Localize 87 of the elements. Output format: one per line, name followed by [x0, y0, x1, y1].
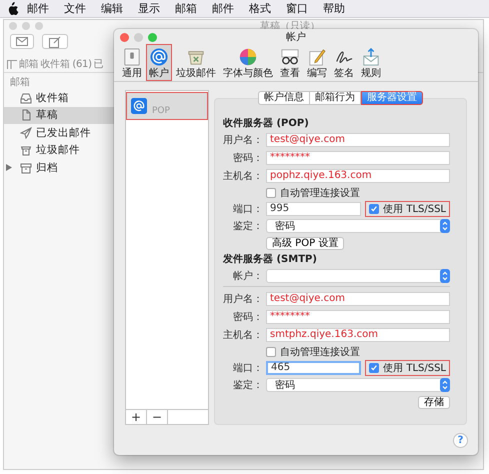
- text-field[interactable]: smtphz.qiye.163.com: [266, 328, 450, 342]
- switch-icon: [123, 48, 141, 66]
- menu-item[interactable]: 邮件: [204, 2, 241, 16]
- password-field[interactable]: ********: [266, 310, 450, 324]
- menu-item[interactable]: 帮助: [315, 2, 352, 16]
- archive-box-icon: [20, 162, 32, 174]
- toolbar-button[interactable]: 通用: [119, 44, 145, 81]
- field-label: 主机名：: [223, 328, 263, 342]
- envelope-arrows-icon: [362, 48, 380, 66]
- pencil-paper-icon: [308, 48, 326, 66]
- checkbox[interactable]: [266, 346, 276, 356]
- sidebar-heading: 邮箱: [9, 76, 31, 89]
- checkbox[interactable]: [266, 188, 276, 198]
- toolbar-button[interactable]: 查看: [277, 44, 303, 81]
- zoom-button[interactable]: [35, 22, 43, 30]
- field-label: 端口：: [232, 202, 263, 216]
- sidebar-item[interactable]: 已发出邮件: [4, 124, 115, 142]
- field-label: 密码：: [232, 310, 263, 324]
- window-title: 帐户: [286, 32, 306, 42]
- at-sign-icon: [150, 48, 168, 66]
- menu-item[interactable]: 显示: [130, 2, 167, 16]
- checkbox-label[interactable]: 自动管理连接设置: [280, 344, 360, 358]
- dropdown-field[interactable]: 密码: [266, 218, 450, 232]
- disclosure-triangle-icon: [6, 164, 12, 172]
- compose-button[interactable]: [42, 34, 68, 49]
- section-heading: 发件服务器 (SMTP): [223, 253, 318, 267]
- stepper-icon: [440, 378, 450, 392]
- menu-item[interactable]: 编辑: [93, 2, 130, 16]
- pencil-square-icon: [49, 36, 61, 48]
- section-heading: 收件服务器 (POP): [223, 117, 310, 131]
- toolbar-button[interactable]: 规则: [358, 44, 384, 81]
- close-button[interactable]: [120, 32, 129, 42]
- field-label: 帐户：: [232, 270, 263, 282]
- paper-plane-icon: [20, 126, 32, 139]
- envelope-button[interactable]: [10, 34, 34, 49]
- port-field[interactable]: 465: [266, 360, 362, 374]
- toolbar-button[interactable]: 垃圾邮件: [173, 44, 219, 81]
- checkbox[interactable]: [369, 204, 380, 214]
- checkbox-label[interactable]: 使用 TLS/SSL: [383, 360, 446, 374]
- toolbar-button[interactable]: 签名: [331, 44, 357, 81]
- field-label: 用户名：: [223, 292, 263, 306]
- save-button[interactable]: 存储: [418, 396, 450, 409]
- checkbox-label[interactable]: 自动管理连接设置: [280, 186, 360, 200]
- minimize-button[interactable]: [134, 32, 143, 42]
- toolbar-button[interactable]: 字体与颜色: [220, 44, 276, 81]
- field-label: 鉴定：: [232, 220, 263, 232]
- field-label: 主机名：: [223, 170, 263, 183]
- dropdown-field[interactable]: 密码: [266, 378, 450, 392]
- document-icon: [20, 109, 32, 122]
- checkbox-label[interactable]: 使用 TLS/SSL: [383, 202, 446, 216]
- field-label: 端口：: [232, 362, 263, 374]
- text-field[interactable]: test@qiye.com: [266, 133, 450, 147]
- advanced-settings-button[interactable]: 高级 POP 设置: [266, 237, 344, 250]
- envelope-icon: [16, 37, 28, 46]
- field-label: 密码：: [232, 152, 263, 165]
- help-button[interactable]: ?: [453, 432, 468, 448]
- menu-item[interactable]: 邮箱: [167, 2, 204, 16]
- dropdown-field[interactable]: [266, 268, 450, 282]
- segment-tab[interactable]: 邮箱行为: [310, 91, 361, 105]
- text-field[interactable]: pophz.qiye.163.com: [266, 169, 450, 183]
- toolbar-button[interactable]: 编写: [304, 44, 330, 81]
- menu-item[interactable]: 邮件: [19, 2, 56, 16]
- text-field[interactable]: test@qiye.com: [266, 292, 450, 306]
- at-sign-icon: [131, 98, 147, 114]
- close-button[interactable]: [9, 22, 17, 30]
- menu-item[interactable]: 文件: [56, 2, 93, 16]
- zoom-button[interactable]: [148, 32, 157, 42]
- toolbar-button[interactable]: 帐户: [146, 44, 172, 81]
- field-label: 用户名：: [223, 134, 263, 147]
- port-field[interactable]: 995: [266, 202, 362, 216]
- sidebar-item[interactable]: 收件箱: [4, 89, 115, 106]
- stepper-icon: [440, 268, 450, 282]
- sidebar-item[interactable]: 垃圾邮件: [4, 142, 115, 159]
- inbox-tray-icon: [20, 92, 32, 104]
- sidebar-item[interactable]: 草稿: [4, 106, 115, 124]
- minimize-button[interactable]: [22, 22, 30, 30]
- apple-icon: [8, 2, 19, 15]
- field-label: 鉴定：: [232, 378, 263, 392]
- color-wheel-icon: [239, 48, 257, 66]
- password-field[interactable]: ********: [266, 151, 450, 165]
- stepper-icon: [440, 218, 450, 232]
- sidebar-item[interactable]: 归档: [4, 159, 115, 176]
- glasses-icon: [281, 48, 299, 66]
- segment-tab[interactable]: 帐户信息: [258, 91, 310, 105]
- menu-item[interactable]: 窗口: [278, 2, 315, 16]
- menu-item[interactable]: 格式: [241, 2, 278, 16]
- checkbox[interactable]: [369, 362, 380, 372]
